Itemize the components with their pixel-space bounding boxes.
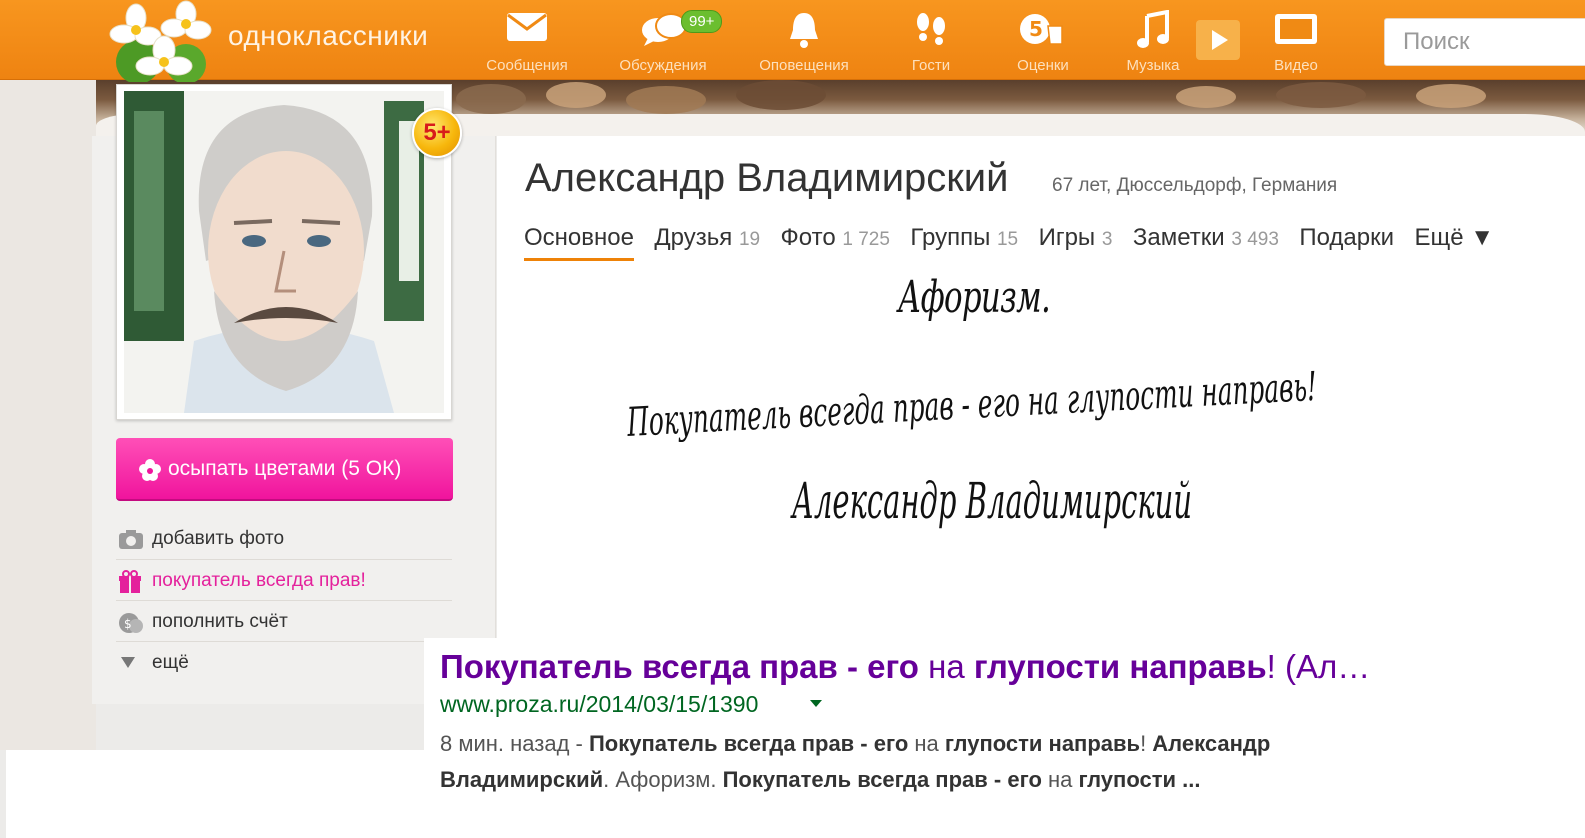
profile-name[interactable]: Александр Владимирский: [525, 156, 1008, 201]
nav-discussions[interactable]: 99+ Обсуждения: [603, 6, 723, 80]
menu-label: покупатель всегда прав!: [152, 570, 366, 591]
svg-text:5: 5: [1029, 17, 1043, 41]
footprints-icon: [917, 13, 945, 45]
nav-messages[interactable]: Сообщения: [467, 6, 587, 80]
tab-count: 19: [738, 229, 761, 250]
tab-main[interactable]: Основное: [524, 224, 634, 261]
tab-label: Ещё ▼: [1414, 224, 1495, 251]
tab-label: Группы: [910, 224, 991, 251]
nav-video[interactable]: Видео: [1236, 6, 1356, 80]
menu-label: пополнить счёт: [152, 611, 288, 632]
search-input[interactable]: Поиск: [1384, 18, 1585, 66]
tab-count: 3: [1101, 229, 1113, 250]
discussions-count-badge: 99+: [681, 10, 723, 33]
search-result-url[interactable]: www.proza.ru/2014/03/15/1390: [440, 691, 758, 718]
search-result-title-link[interactable]: Покупатель всегда прав - его на глупости…: [440, 648, 1450, 686]
snippet-segment: Покупатель всегда прав - его: [722, 767, 1042, 792]
video-icon: [1275, 14, 1317, 44]
url-options-caret-icon[interactable]: [810, 700, 822, 707]
status-link[interactable]: покупатель всегда прав!: [116, 559, 452, 599]
bell-icon: [790, 13, 818, 48]
site-logo-text[interactable]: одноклассники: [228, 20, 428, 52]
top-up-balance-link[interactable]: $ пополнить счёт: [116, 600, 452, 640]
aphorism-author: Александр Владимирский: [792, 472, 1193, 530]
title-segment: Покупатель всегда прав - его: [440, 648, 919, 685]
snippet-segment: на: [908, 731, 945, 756]
tab-label: Друзья: [654, 224, 733, 251]
gift-icon: [119, 570, 141, 593]
nav-music[interactable]: Музыка: [1093, 6, 1213, 80]
tab-count: 3 493: [1231, 229, 1279, 250]
shower-flowers-label: осыпать цветами (5 ОК): [168, 457, 402, 480]
tab-count: 1 725: [842, 229, 890, 250]
menu-label: добавить фото: [152, 528, 285, 549]
nav-label: Оповещения: [759, 57, 849, 74]
nav-ratings[interactable]: 5 Оценки: [983, 6, 1103, 80]
nav-label: Видео: [1274, 57, 1318, 74]
music-play-button[interactable]: [1196, 20, 1240, 60]
nav-label: Сообщения: [486, 57, 568, 74]
snippet-segment: глупости направь: [944, 731, 1141, 756]
title-segment: ! (Ал…: [1266, 648, 1371, 685]
five-plus-badge: 5+: [412, 108, 462, 158]
profile-tabs: Основное Друзья 19 Фото 1 725 Группы 15 …: [524, 224, 1510, 261]
page-background: [0, 80, 96, 750]
envelope-icon: [507, 13, 547, 41]
tab-gifts[interactable]: Подарки: [1299, 224, 1394, 258]
tab-notes[interactable]: Заметки 3 493: [1133, 224, 1279, 258]
camera-icon: [119, 530, 143, 549]
avatar-photo: [124, 91, 444, 413]
flower-icon: [139, 459, 161, 481]
tab-label: Подарки: [1299, 224, 1395, 251]
tab-count: 15: [996, 229, 1019, 250]
tab-groups[interactable]: Группы 15: [910, 224, 1018, 258]
nav-label: Гости: [911, 57, 951, 74]
nav-guests[interactable]: Гости: [871, 6, 991, 80]
screenshot-root: одноклассники Сообщения 99+ Обсуждения О…: [0, 0, 1585, 838]
music-note-icon: [1137, 10, 1169, 48]
tab-label: Фото: [780, 224, 836, 251]
tab-photos[interactable]: Фото 1 725: [781, 224, 890, 258]
snippet-segment: . Афоризм.: [603, 767, 723, 792]
tab-more[interactable]: Ещё ▼: [1415, 224, 1495, 258]
svg-text:$: $: [124, 617, 132, 631]
rating-five-icon: 5: [1020, 14, 1063, 45]
nav-notifications[interactable]: Оповещения: [744, 6, 864, 80]
add-photo-link[interactable]: добавить фото: [116, 518, 452, 558]
play-icon: [1212, 30, 1228, 50]
tab-label: Основное: [524, 224, 634, 251]
tab-label: Игры: [1038, 224, 1096, 251]
snippet-segment: !: [1140, 731, 1153, 756]
title-segment: на: [918, 648, 974, 685]
aphorism-title: Афоризм.: [898, 272, 1051, 323]
tab-games[interactable]: Игры 3: [1039, 224, 1113, 258]
profile-meta: 67 лет, Дюссельдорф, Германия: [1052, 175, 1338, 196]
search-result-snippet: 8 мин. назад - Покупатель всегда прав - …: [440, 726, 1440, 798]
title-segment: глупости направь: [973, 648, 1267, 685]
logo-flower-icon[interactable]: [108, 0, 216, 82]
top-navigation-bar: одноклассники Сообщения 99+ Обсуждения О…: [0, 0, 1585, 82]
coins-icon: $: [119, 613, 143, 633]
profile-avatar[interactable]: [116, 84, 452, 420]
menu-label: ещё: [152, 652, 189, 673]
more-link[interactable]: ещё: [116, 641, 452, 681]
snippet-segment: 8 мин. назад -: [440, 731, 589, 756]
shower-flowers-button[interactable]: осыпать цветами (5 ОК): [116, 438, 453, 501]
tab-friends[interactable]: Друзья 19: [654, 224, 760, 258]
snippet-segment: глупости ...: [1078, 767, 1201, 792]
nav-label: Обсуждения: [619, 57, 707, 74]
triangle-down-icon: [121, 657, 135, 668]
snippet-segment: на: [1041, 767, 1079, 792]
snippet-segment: Покупатель всегда прав - его: [588, 731, 909, 756]
nav-label: Музыка: [1126, 57, 1180, 74]
tab-label: Заметки: [1132, 224, 1225, 251]
speech-bubbles-icon: [642, 13, 687, 46]
nav-label: Оценки: [1017, 57, 1069, 74]
